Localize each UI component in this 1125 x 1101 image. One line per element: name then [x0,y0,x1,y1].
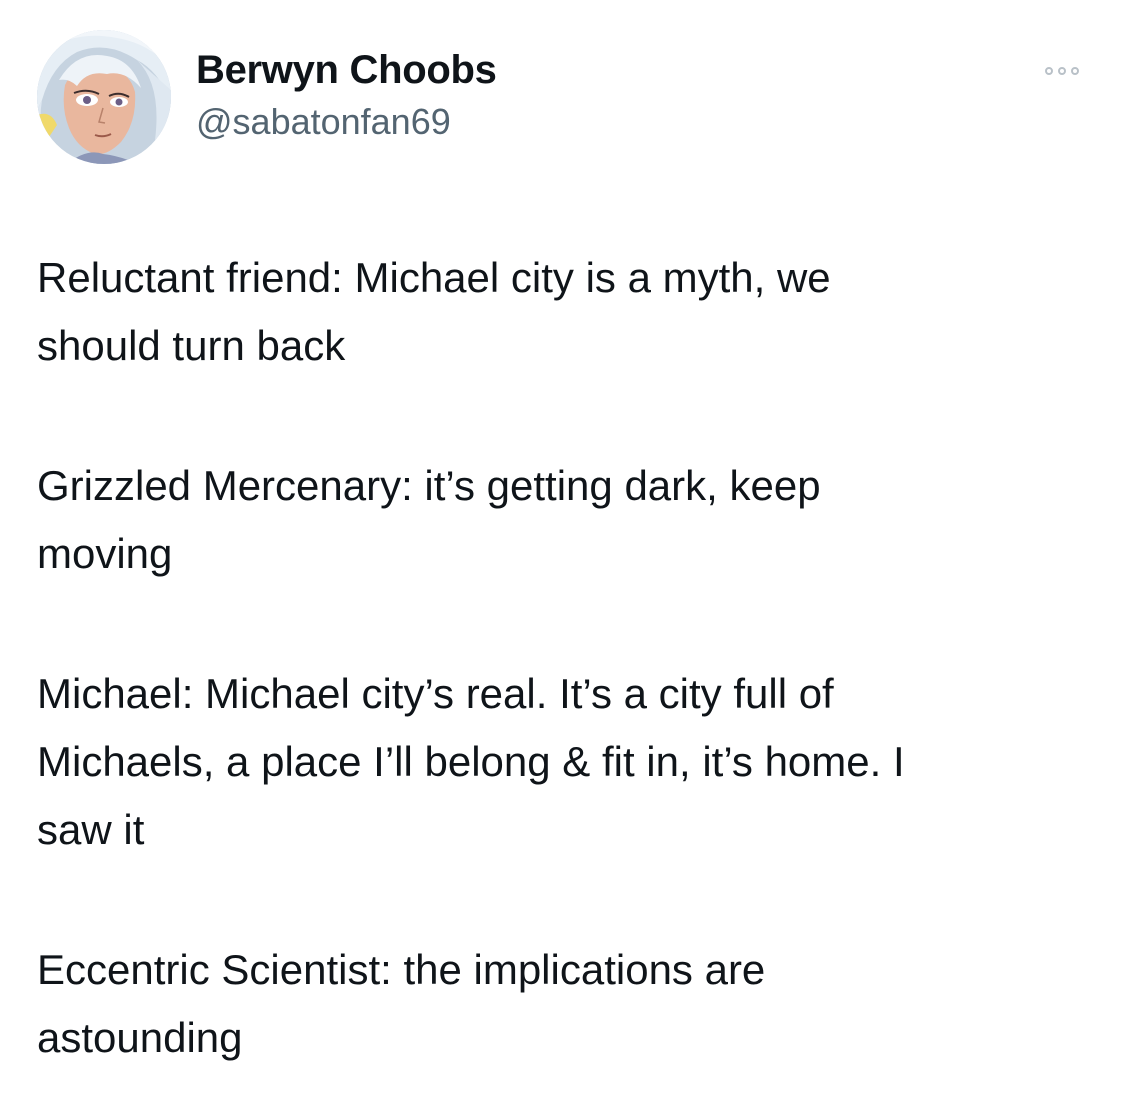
display-name[interactable]: Berwyn Choobs [196,46,497,94]
author-info: Berwyn Choobs @sabatonfan69 [196,46,497,144]
tweet-paragraph: Reluctant friend: Michael city is a myth… [37,254,831,369]
anime-character-avatar-icon [37,30,171,164]
tweet-card: Berwyn Choobs @sabatonfan69 Reluctant fr… [0,0,1125,1101]
more-options-button[interactable] [1032,56,1092,86]
tweet-paragraph: Michael: Michael city’s real. It’s a cit… [37,670,905,853]
more-options-icon-dot [1058,67,1066,75]
tweet-text: Reluctant friend: Michael city is a myth… [37,244,1097,1072]
tweet-paragraph: Eccentric Scientist: the implications ar… [37,946,766,1061]
more-options-icon-dot [1071,67,1079,75]
user-handle[interactable]: @sabatonfan69 [196,100,497,144]
avatar[interactable] [37,30,171,164]
more-options-icon [1045,67,1053,75]
tweet-paragraph: Grizzled Mercenary: it’s getting dark, k… [37,462,821,577]
